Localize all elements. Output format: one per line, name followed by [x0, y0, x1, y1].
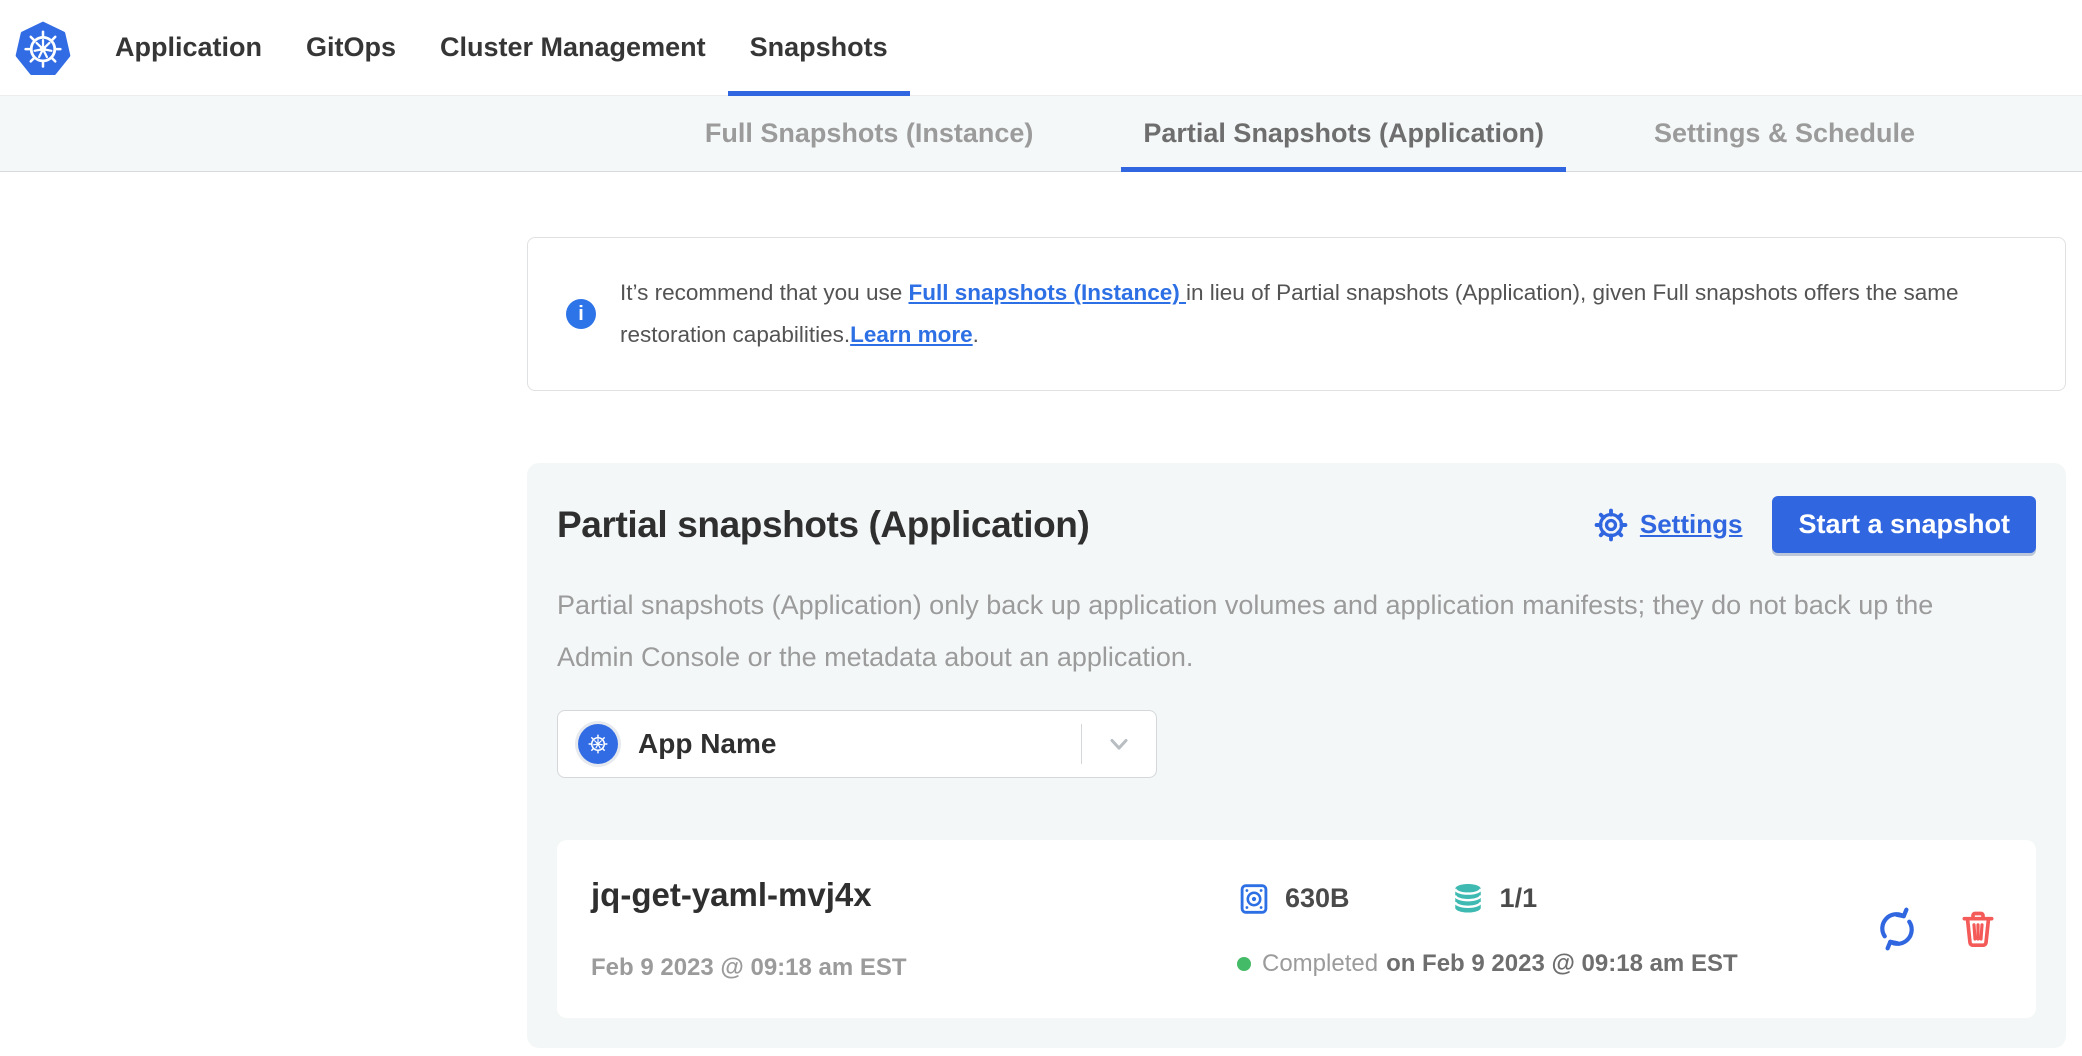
size-value: 630B	[1285, 883, 1350, 914]
snapshot-metrics: 630B 1/1	[1237, 881, 1874, 917]
settings-label: Settings	[1640, 509, 1743, 540]
snapshot-row: jq-get-yaml-mvj4x Feb 9 2023 @ 09:18 am …	[557, 840, 2036, 1018]
status-label: Completed	[1262, 950, 1378, 978]
full-snapshots-link[interactable]: Full snapshots (Instance)	[908, 280, 1186, 305]
banner-text-before: It’s recommend that you use	[620, 280, 908, 305]
top-navigation: Application GitOps Cluster Management Sn…	[0, 0, 2082, 96]
app-select-value: App Name	[638, 728, 776, 760]
snapshots-subnav: Full Snapshots (Instance) Partial Snapsh…	[0, 96, 2082, 172]
settings-link[interactable]: Settings	[1593, 507, 1743, 543]
snapshot-main: jq-get-yaml-mvj4x Feb 9 2023 @ 09:18 am …	[591, 876, 1237, 982]
tab-settings-schedule[interactable]: Settings & Schedule	[1632, 96, 1937, 171]
info-icon: i	[566, 299, 596, 329]
app-name-select[interactable]: App Name	[557, 710, 1157, 778]
kubernetes-icon	[578, 724, 618, 764]
status-detail: on Feb 9 2023 @ 09:18 am EST	[1386, 950, 1738, 978]
panel-title: Partial snapshots (Application)	[557, 504, 1089, 546]
gear-icon	[1593, 507, 1629, 543]
nav-item-application[interactable]: Application	[93, 0, 284, 95]
status-dot	[1237, 957, 1251, 971]
volumes-value: 1/1	[1500, 883, 1538, 914]
start-snapshot-button[interactable]: Start a snapshot	[1772, 496, 2036, 553]
info-banner: i It’s recommend that you use Full snaps…	[527, 237, 2066, 391]
tab-partial-snapshots[interactable]: Partial Snapshots (Application)	[1121, 96, 1566, 171]
panel-description: Partial snapshots (Application) only bac…	[557, 579, 1982, 683]
panel-header: Partial snapshots (Application) Settings	[557, 496, 2036, 553]
database-icon	[1450, 881, 1486, 917]
restore-icon[interactable]	[1874, 906, 1920, 952]
learn-more-link[interactable]: Learn more	[850, 322, 973, 347]
chevron-down-icon[interactable]	[1082, 730, 1156, 758]
nav-item-snapshots[interactable]: Snapshots	[728, 0, 910, 95]
nav-item-gitops[interactable]: GitOps	[284, 0, 418, 95]
size-chip: 630B	[1237, 882, 1350, 916]
nav-item-cluster-management[interactable]: Cluster Management	[418, 0, 728, 95]
snapshot-name: jq-get-yaml-mvj4x	[591, 876, 1237, 914]
snapshot-details: 630B 1/1 Completed o	[1237, 881, 1874, 978]
delete-icon[interactable]	[1958, 909, 1998, 949]
snapshot-actions	[1874, 906, 2002, 952]
disk-icon	[1237, 882, 1271, 916]
tab-full-snapshots[interactable]: Full Snapshots (Instance)	[683, 96, 1056, 171]
info-banner-text: It’s recommend that you use Full snapsho…	[620, 272, 2027, 356]
banner-text-after: .	[973, 322, 979, 347]
snapshot-status: Completed on Feb 9 2023 @ 09:18 am EST	[1237, 950, 1874, 978]
kubernetes-logo	[15, 0, 71, 95]
snapshots-page: Application GitOps Cluster Management Sn…	[0, 0, 2082, 1056]
partial-snapshots-panel: Partial snapshots (Application) Settings	[527, 463, 2066, 1048]
volumes-chip: 1/1	[1450, 881, 1538, 917]
snapshot-date: Feb 9 2023 @ 09:18 am EST	[591, 954, 1237, 982]
panel-actions: Settings Start a snapshot	[1593, 496, 2036, 553]
